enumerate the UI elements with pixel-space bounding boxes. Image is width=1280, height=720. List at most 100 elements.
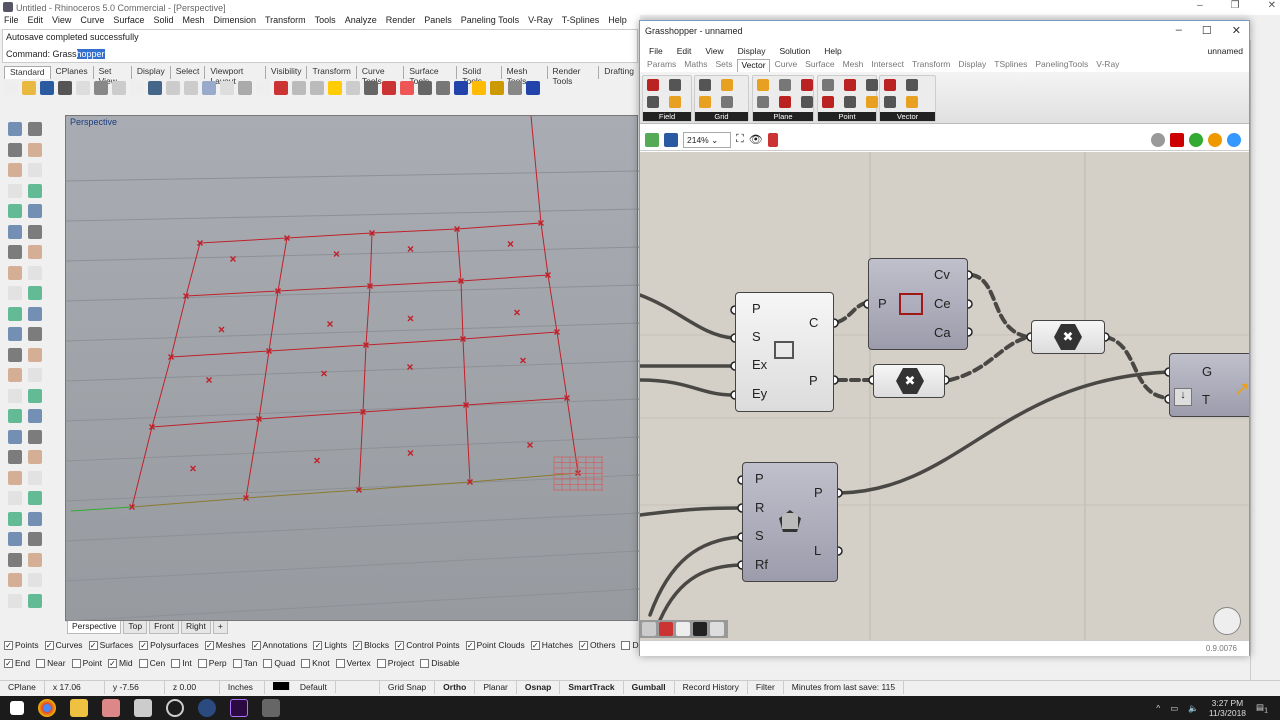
- notifications-icon[interactable]: ▤1: [1256, 702, 1268, 715]
- toolbar-tool-icon[interactable]: [94, 81, 108, 95]
- tab-visibility[interactable]: Visibility: [266, 66, 308, 79]
- left-tool-icon[interactable]: [8, 470, 22, 485]
- checkbox-point-clouds[interactable]: ✓ Point Clouds: [465, 640, 525, 650]
- checkbox-blocks[interactable]: ✓ Blocks: [353, 640, 389, 650]
- checkbox-point[interactable]: Point: [71, 658, 102, 668]
- checkbox-int[interactable]: Int: [171, 658, 192, 668]
- gh-tab-surface[interactable]: Surface: [802, 59, 837, 72]
- menu-tools[interactable]: Tools: [315, 15, 336, 29]
- gh-tab-sets[interactable]: Sets: [712, 59, 735, 72]
- material-icon[interactable]: [1208, 132, 1222, 147]
- gh-tab-params[interactable]: Params: [644, 59, 679, 72]
- gh-group-label[interactable]: Field: [643, 112, 691, 121]
- left-tool-icon[interactable]: [8, 163, 22, 177]
- center-point[interactable]: [520, 357, 526, 364]
- osnap-toggle[interactable]: Osnap: [517, 681, 561, 694]
- tab-mesh-tools[interactable]: Mesh Tools: [502, 66, 548, 86]
- tray-chevron-icon[interactable]: ^: [1156, 703, 1160, 713]
- left-tool-icon[interactable]: [8, 142, 22, 157]
- planar-toggle[interactable]: Planar: [475, 681, 517, 694]
- grid-curve[interactable]: [199, 222, 542, 244]
- left-tool-icon[interactable]: [28, 388, 42, 403]
- left-tool-icon[interactable]: [8, 204, 22, 218]
- center-point[interactable]: [407, 315, 414, 322]
- left-tool-icon[interactable]: [28, 142, 42, 157]
- checkbox-box[interactable]: [71, 658, 81, 668]
- toolbar-tool-icon[interactable]: [166, 81, 180, 95]
- rectangle-component[interactable]: P S Ex Ey C P: [735, 292, 834, 412]
- toolbar-tool-icon[interactable]: [490, 81, 504, 95]
- menu-solid[interactable]: Solid: [153, 15, 173, 29]
- gh-group-label[interactable]: Vector: [880, 112, 935, 121]
- left-tool-icon[interactable]: [8, 183, 22, 198]
- gh-component-icon[interactable]: [801, 96, 813, 108]
- toolbar-tool-icon[interactable]: [22, 81, 36, 95]
- menu-help[interactable]: Help: [608, 15, 627, 29]
- left-tool-icon[interactable]: [8, 224, 22, 239]
- toolbar-tool-icon[interactable]: [220, 81, 234, 95]
- gh-canvas[interactable]: P S Ex Ey C P P Cv Ce Ca ✖ ✖ P R S Rf P L G T ➚ ↓: [640, 152, 1249, 640]
- checkbox-lights[interactable]: ✓ Lights: [313, 640, 347, 650]
- gh-component-icon[interactable]: [647, 79, 659, 91]
- center-point[interactable]: [218, 326, 225, 333]
- checkbox-project[interactable]: Project: [376, 658, 414, 668]
- checkbox-curves[interactable]: ✓ Curves: [44, 640, 83, 650]
- gh-component-icon[interactable]: [757, 79, 769, 91]
- gh-tab-mesh[interactable]: Mesh: [840, 59, 867, 72]
- app-icon[interactable]: [198, 699, 216, 717]
- close-icon[interactable]: ✕: [1268, 0, 1276, 11]
- gh-maximize-icon[interactable]: ☐: [1202, 24, 1212, 37]
- left-tool-icon[interactable]: [8, 286, 22, 300]
- gh-component-icon[interactable]: [669, 96, 681, 108]
- cull-component-1[interactable]: ✖: [873, 364, 945, 398]
- clock[interactable]: 3:27 PM 11/3/2018: [1209, 698, 1246, 718]
- left-tool-icon[interactable]: [28, 204, 42, 218]
- gh-group-label[interactable]: Point: [818, 112, 876, 121]
- wire[interactable]: [640, 293, 735, 340]
- left-tool-icon[interactable]: [8, 368, 22, 382]
- checkbox-box[interactable]: ✓: [44, 640, 54, 650]
- gh-component-icon[interactable]: [699, 79, 711, 91]
- polygon-component[interactable]: P R S Rf P L: [742, 462, 838, 582]
- tab-solid-tools[interactable]: Solid Tools: [457, 66, 502, 86]
- gh-component-icon[interactable]: [721, 79, 733, 91]
- gh-component-icon[interactable]: [669, 79, 681, 91]
- toolbar-tool-icon[interactable]: [526, 81, 540, 95]
- checkbox-hatches[interactable]: ✓ Hatches: [530, 640, 573, 650]
- checkbox-mid[interactable]: ✓ Mid: [107, 658, 133, 668]
- left-tool-icon[interactable]: [8, 306, 22, 321]
- preview-mode-icon[interactable]: [1132, 133, 1146, 147]
- premiere-icon[interactable]: [230, 699, 248, 717]
- checkbox-box[interactable]: ✓: [204, 640, 214, 650]
- left-tool-icon[interactable]: [28, 532, 42, 546]
- left-tool-icon[interactable]: [28, 245, 42, 259]
- zoom-extents-icon[interactable]: ⛶: [736, 133, 744, 146]
- gh-component-icon[interactable]: [866, 96, 878, 108]
- checkbox-box[interactable]: ✓: [313, 640, 323, 650]
- checkbox-box[interactable]: ✓: [578, 640, 588, 650]
- left-tool-icon[interactable]: [8, 265, 22, 280]
- menu-transform[interactable]: Transform: [265, 15, 306, 29]
- gh-tab-maths[interactable]: Maths: [681, 59, 710, 72]
- left-tool-icon[interactable]: [28, 183, 42, 198]
- checkbox-box[interactable]: [138, 658, 148, 668]
- left-tool-icon[interactable]: [28, 552, 42, 567]
- tab-drafting[interactable]: Drafting: [599, 66, 640, 79]
- toolbar-tool-icon[interactable]: [58, 81, 72, 95]
- checkbox-others[interactable]: ✓ Others: [578, 640, 615, 650]
- tab-transform[interactable]: Transform: [307, 66, 357, 79]
- left-tool-icon[interactable]: [8, 532, 22, 546]
- widget-icon[interactable]: [676, 622, 690, 636]
- list-wire[interactable]: [970, 273, 1030, 339]
- left-tool-icon[interactable]: [28, 347, 42, 362]
- checkbox-box[interactable]: [171, 658, 181, 668]
- grid-curve[interactable]: [245, 237, 288, 499]
- menu-t-splines[interactable]: T-Splines: [562, 15, 600, 29]
- maximize-icon[interactable]: ❐: [1231, 0, 1240, 11]
- rhino-taskbar-icon[interactable]: [102, 699, 120, 717]
- tab-cplanes[interactable]: CPlanes: [51, 66, 94, 79]
- tab-surface-tools[interactable]: Surface Tools: [404, 66, 458, 86]
- toolbar-tool-icon[interactable]: [274, 81, 288, 95]
- checkbox-box[interactable]: ✓: [4, 640, 13, 650]
- grid-curve[interactable]: [151, 397, 568, 428]
